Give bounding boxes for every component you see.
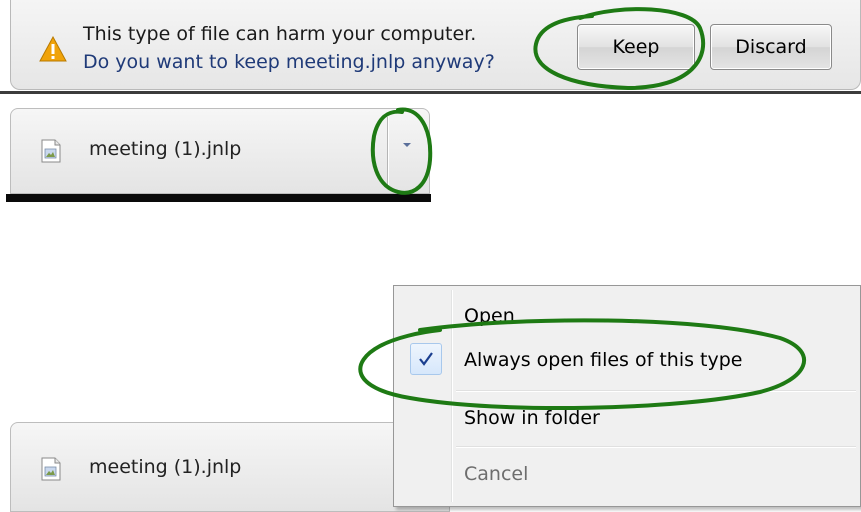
menu-item-label: Open [464,305,515,327]
download-item[interactable]: meeting (1).jnlp [10,422,450,512]
menu-item-label: Cancel [464,463,529,485]
jnlp-file-icon [41,139,61,163]
keep-button[interactable]: Keep [577,24,695,70]
download-filename: meeting (1).jnlp [89,138,242,160]
warning-message: This type of file can harm your computer… [83,20,495,76]
menu-item-label: Always open files of this type [464,349,743,371]
menu-separator [456,446,856,448]
menu-item-label: Show in folder [464,407,600,429]
discard-button[interactable]: Discard [710,24,832,70]
menu-separator [456,390,856,392]
shelf-border [0,91,861,94]
menu-item-show-in-folder[interactable]: Show in folder [396,396,858,442]
shelf-border [6,194,431,202]
download-context-menu: Open Always open files of this type Show… [393,285,861,507]
download-warning-bar: This type of file can harm your computer… [10,0,861,90]
menu-item-always-open[interactable]: Always open files of this type [396,338,858,384]
warning-line-2: Do you want to keep meeting.jnlp anyway? [83,51,495,73]
menu-item-open[interactable]: Open [396,294,858,340]
menu-check-box [410,343,442,375]
warning-triangle-icon [39,36,67,62]
dropdown-divider [387,117,388,185]
download-menu-button[interactable] [396,134,418,156]
download-item[interactable]: meeting (1).jnlp [10,108,430,194]
chevron-down-icon [403,143,411,147]
download-filename: meeting (1).jnlp [89,456,242,478]
menu-item-cancel[interactable]: Cancel [396,452,858,498]
warning-line-1: This type of file can harm your computer… [83,23,477,45]
jnlp-file-icon [41,457,61,481]
checkmark-icon [419,352,433,366]
